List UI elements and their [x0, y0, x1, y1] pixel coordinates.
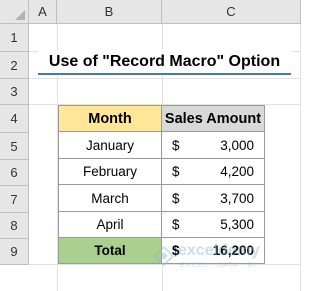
row-header-5[interactable]: 5 — [0, 133, 29, 160]
row-header-7[interactable]: 7 — [0, 186, 29, 213]
gridline — [29, 78, 301, 79]
total-amount-cell[interactable]: $ 16,200 — [161, 237, 265, 264]
amount-cell[interactable]: $ 5,300 — [161, 211, 265, 238]
row-header-9[interactable]: 9 — [0, 239, 29, 265]
total-amount-value: 16,200 — [212, 243, 254, 258]
row-header-8[interactable]: 8 — [0, 213, 29, 239]
row-header-1[interactable]: 1 — [0, 24, 29, 52]
amount-cell[interactable]: $ 4,200 — [161, 158, 265, 185]
currency-symbol: $ — [172, 190, 180, 206]
amount-cell[interactable]: $ 3,000 — [161, 131, 265, 159]
currency-symbol: $ — [172, 243, 180, 258]
month-cell[interactable]: April — [58, 211, 162, 238]
total-label-cell[interactable]: Total — [58, 237, 162, 264]
row-header-2[interactable]: 2 — [0, 52, 29, 79]
column-header-c[interactable]: C — [162, 0, 301, 24]
sheet-title[interactable]: Use of "Record Macro" Option — [38, 50, 291, 75]
select-all-corner[interactable] — [0, 0, 29, 24]
amount-value: 3,700 — [220, 190, 254, 206]
amount-value: 4,200 — [220, 164, 254, 179]
amount-value: 3,000 — [220, 137, 254, 153]
currency-symbol: $ — [172, 217, 180, 232]
month-cell[interactable]: January — [58, 131, 162, 159]
select-all-triangle-icon — [15, 10, 25, 20]
month-cell[interactable]: March — [58, 184, 162, 212]
spreadsheet: A B C 1 2 3 4 5 6 7 8 9 Use of "Record M… — [0, 0, 301, 291]
row-header-4[interactable]: 4 — [0, 105, 29, 133]
currency-symbol: $ — [172, 137, 180, 153]
column-header-b[interactable]: B — [57, 0, 162, 24]
month-cell[interactable]: February — [58, 158, 162, 185]
amount-value: 5,300 — [220, 217, 254, 232]
currency-symbol: $ — [172, 164, 180, 179]
header-month[interactable]: Month — [58, 105, 162, 132]
column-header-a[interactable]: A — [29, 0, 57, 24]
amount-cell[interactable]: $ 3,700 — [161, 184, 265, 212]
header-sales-amount[interactable]: Sales Amount — [161, 105, 265, 132]
row-header-6[interactable]: 6 — [0, 160, 29, 186]
gridline — [29, 264, 301, 265]
gridline — [300, 24, 301, 291]
row-header-3[interactable]: 3 — [0, 79, 29, 105]
